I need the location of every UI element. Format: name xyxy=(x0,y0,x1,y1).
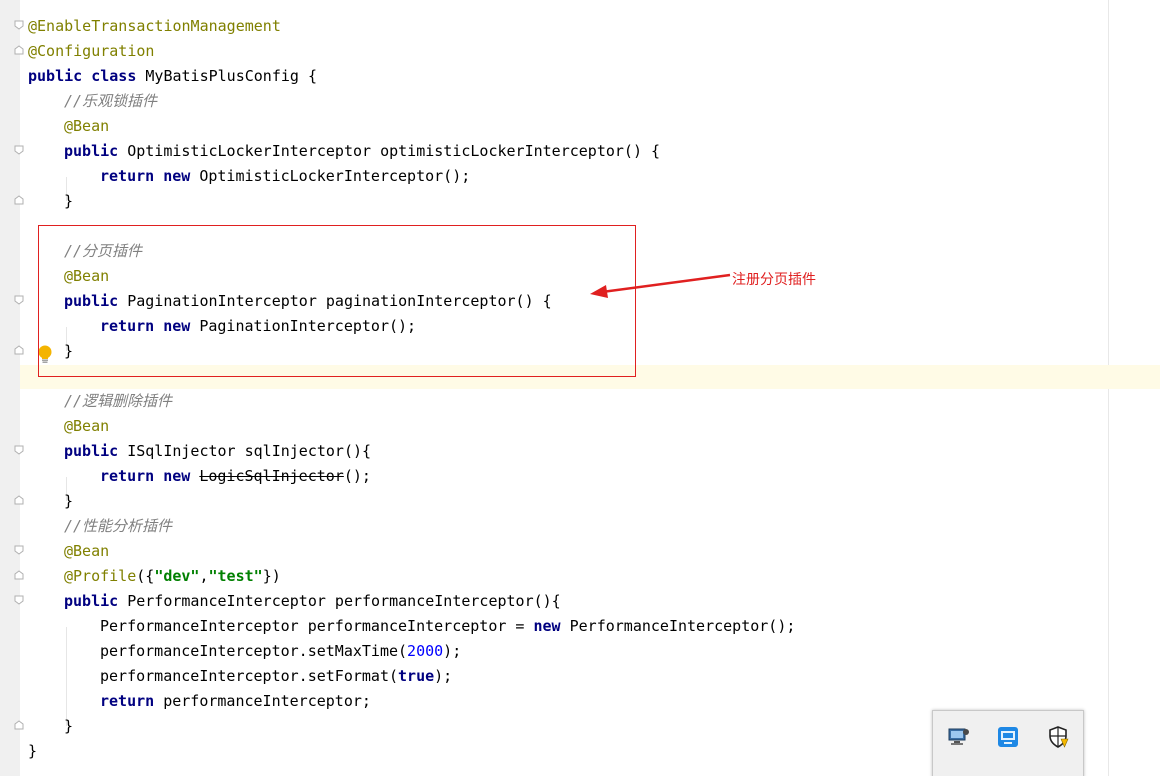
keyword: return xyxy=(100,692,155,710)
code-text: } xyxy=(64,717,74,735)
fold-marker-icon[interactable] xyxy=(14,595,24,605)
code-line[interactable]: //性能分析插件 xyxy=(64,514,172,539)
code-line[interactable]: //逻辑删除插件 xyxy=(64,389,172,414)
annotation: @Configuration xyxy=(28,42,155,60)
fold-marker-icon[interactable] xyxy=(14,720,24,730)
keyword: new xyxy=(163,167,191,185)
keyword: public xyxy=(64,442,119,460)
code-line[interactable]: @Bean xyxy=(64,114,109,139)
annotation: @Bean xyxy=(64,117,110,135)
fold-marker-icon[interactable] xyxy=(14,45,24,55)
code-line[interactable]: public ISqlInjector sqlInjector(){ xyxy=(64,439,371,464)
code-text: } xyxy=(64,192,74,210)
code-line[interactable]: @EnableTransactionManagement xyxy=(28,14,281,39)
code-line[interactable]: @Profile({"dev","test"}) xyxy=(64,564,281,589)
code-line[interactable]: } xyxy=(64,489,73,514)
code-text: , xyxy=(199,567,209,585)
annotation: @Profile xyxy=(64,567,137,585)
code-text: performanceInterceptor.setMaxTime( xyxy=(100,642,408,660)
fold-marker-icon[interactable] xyxy=(14,195,24,205)
system-tray-popup xyxy=(932,710,1084,776)
keyword: public xyxy=(64,592,119,610)
code-line[interactable]: //乐观锁插件 xyxy=(64,89,157,114)
keyword: public xyxy=(64,142,119,160)
code-line[interactable]: @Bean xyxy=(64,414,109,439)
code-line[interactable]: public OptimisticLockerInterceptor optim… xyxy=(64,139,660,164)
remote-desktop-icon[interactable] xyxy=(947,725,971,749)
code-text: } xyxy=(28,742,38,760)
code-line[interactable]: public PerformanceInterceptor performanc… xyxy=(64,589,561,614)
annotation-arrow xyxy=(590,273,731,298)
code-line[interactable]: } xyxy=(64,189,73,214)
code-text: (); xyxy=(343,467,371,485)
editor-gutter[interactable] xyxy=(0,0,20,776)
annotation: @EnableTransactionManagement xyxy=(28,17,281,35)
code-text: PerformanceInterceptor performanceInterc… xyxy=(100,617,534,635)
code-line[interactable]: return new LogicSqlInjector(); xyxy=(100,464,371,489)
fold-marker-icon[interactable] xyxy=(14,295,24,305)
code-text: ); xyxy=(443,642,462,660)
annotation: @Bean xyxy=(64,417,110,435)
keyword: true xyxy=(398,667,435,685)
code-text: OptimisticLockerInterceptor(); xyxy=(190,167,471,185)
code-text: OptimisticLockerInterceptor optimisticLo… xyxy=(118,142,661,160)
code-line[interactable]: @Configuration xyxy=(28,39,154,64)
comment: //乐观锁插件 xyxy=(64,92,158,110)
code-text: PerformanceInterceptor(); xyxy=(560,617,796,635)
code-line[interactable]: } xyxy=(64,714,73,739)
indent-guide xyxy=(66,627,67,726)
code-text: }) xyxy=(262,567,281,585)
code-line[interactable]: performanceInterceptor.setMaxTime(2000); xyxy=(100,639,461,664)
keyword: return xyxy=(100,467,155,485)
comment: //性能分析插件 xyxy=(64,517,173,535)
keyword: new xyxy=(533,617,561,635)
code-text: PerformanceInterceptor performanceInterc… xyxy=(118,592,561,610)
fold-marker-icon[interactable] xyxy=(14,495,24,505)
annotation: @Bean xyxy=(64,542,110,560)
windows-security-icon[interactable] xyxy=(1046,725,1070,749)
code-editor[interactable]: @EnableTransactionManagement @Configurat… xyxy=(0,0,1160,776)
string-literal: "test" xyxy=(208,567,263,585)
code-line[interactable]: return performanceInterceptor; xyxy=(100,689,371,714)
fold-marker-icon[interactable] xyxy=(14,445,24,455)
annotation-label: 注册分页插件 xyxy=(732,272,816,288)
fold-marker-icon[interactable] xyxy=(14,570,24,580)
deprecated-class: LogicSqlInjector xyxy=(199,467,344,485)
keyword: class xyxy=(91,67,137,85)
code-text: ); xyxy=(434,667,453,685)
fold-marker-icon[interactable] xyxy=(14,20,24,30)
code-text: ({ xyxy=(136,567,155,585)
code-line[interactable]: @Bean xyxy=(64,539,109,564)
code-text: ISqlInjector sqlInjector(){ xyxy=(118,442,372,460)
number-literal: 2000 xyxy=(407,642,444,660)
code-line[interactable]: performanceInterceptor.setFormat(true); xyxy=(100,664,452,689)
network-app-icon[interactable] xyxy=(996,725,1020,749)
code-text: performanceInterceptor.setFormat( xyxy=(100,667,399,685)
annotation-highlight-box xyxy=(38,225,636,377)
keyword: public xyxy=(28,67,83,85)
code-line[interactable]: PerformanceInterceptor performanceInterc… xyxy=(100,614,795,639)
code-line[interactable]: public class MyBatisPlusConfig { xyxy=(28,64,317,89)
fold-marker-icon[interactable] xyxy=(14,545,24,555)
string-literal: "dev" xyxy=(154,567,200,585)
code-text: MyBatisPlusConfig { xyxy=(136,67,317,85)
comment: //逻辑删除插件 xyxy=(64,392,173,410)
fold-marker-icon[interactable] xyxy=(14,345,24,355)
code-line[interactable]: return new OptimisticLockerInterceptor()… xyxy=(100,164,470,189)
code-text: performanceInterceptor; xyxy=(154,692,371,710)
code-text: } xyxy=(64,492,74,510)
fold-marker-icon[interactable] xyxy=(14,145,24,155)
keyword: return xyxy=(100,167,155,185)
keyword: new xyxy=(163,467,191,485)
code-line[interactable]: } xyxy=(28,739,37,764)
